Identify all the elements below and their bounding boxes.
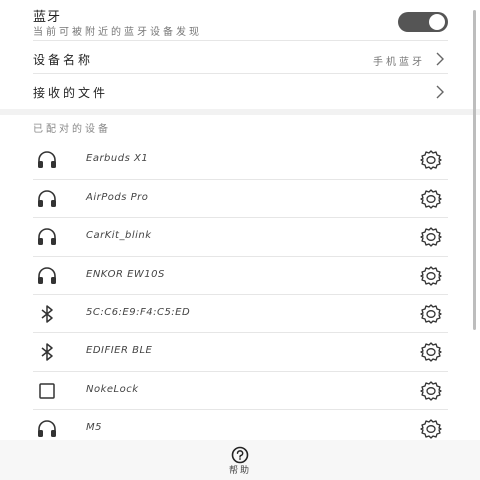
gear-icon[interactable] <box>418 379 444 403</box>
received-files-label: 接收的文件 <box>33 86 109 100</box>
device-name: Earbuds X1 <box>86 153 149 164</box>
chevron-right-icon <box>436 85 444 99</box>
headset-icon <box>38 151 56 168</box>
device-name: M5 <box>86 422 102 433</box>
toggle-knob <box>429 14 445 30</box>
gear-icon[interactable] <box>418 264 444 288</box>
scrollbar[interactable] <box>473 10 476 330</box>
bluetooth-settings-screen: 蓝牙 当前可被附近的蓝牙设备发现 设备名称 手机蓝牙 接收的文件 已配对的设备 <box>0 0 480 480</box>
help-label[interactable]: 帮助 <box>0 463 480 476</box>
bluetooth-icon <box>41 305 53 323</box>
bluetooth-subtitle: 当前可被附近的蓝牙设备发现 <box>33 27 202 38</box>
headset-icon <box>38 190 56 207</box>
paired-devices-header: 已配对的设备 <box>33 124 111 135</box>
section-gap <box>0 109 480 115</box>
device-name: AirPods Pro <box>86 192 149 203</box>
device-name-row[interactable]: 设备名称 手机蓝牙 <box>0 41 480 77</box>
bluetooth-icon <box>41 343 53 361</box>
headset-icon <box>38 420 56 437</box>
list-item[interactable]: ENKOR EW10S <box>0 257 480 295</box>
gear-icon[interactable] <box>418 340 444 364</box>
list-item[interactable]: EDIFIER BLE <box>0 333 480 371</box>
bluetooth-header: 蓝牙 当前可被附近的蓝牙设备发现 <box>0 0 480 40</box>
device-name: EDIFIER BLE <box>86 345 153 356</box>
gear-icon[interactable] <box>418 225 444 249</box>
device-name-value: 手机蓝牙 <box>373 57 425 68</box>
list-item[interactable]: NokeLock <box>0 372 480 410</box>
device-name: CarKit_blink <box>86 230 152 241</box>
list-item[interactable]: 5C:C6:E9:F4:C5:ED <box>0 295 480 333</box>
device-name: NokeLock <box>86 384 139 395</box>
headset-icon <box>38 228 56 245</box>
gear-icon[interactable] <box>418 187 444 211</box>
chevron-right-icon <box>436 52 444 66</box>
bluetooth-toggle[interactable] <box>398 12 448 32</box>
list-item[interactable]: CarKit_blink <box>0 218 480 256</box>
received-files-row[interactable]: 接收的文件 <box>0 74 480 110</box>
gear-icon[interactable] <box>418 302 444 326</box>
device-name: 5C:C6:E9:F4:C5:ED <box>86 307 191 318</box>
gear-icon[interactable] <box>418 148 444 172</box>
device-name: ENKOR EW10S <box>86 269 165 280</box>
device-name-label: 设备名称 <box>33 53 94 67</box>
gear-icon[interactable] <box>418 417 444 441</box>
list-item[interactable]: AirPods Pro <box>0 180 480 218</box>
headset-icon <box>38 267 56 284</box>
list-item[interactable]: Earbuds X1 <box>0 141 480 179</box>
bottom-bar: 帮助 <box>0 440 480 480</box>
square-device-icon <box>39 383 55 399</box>
